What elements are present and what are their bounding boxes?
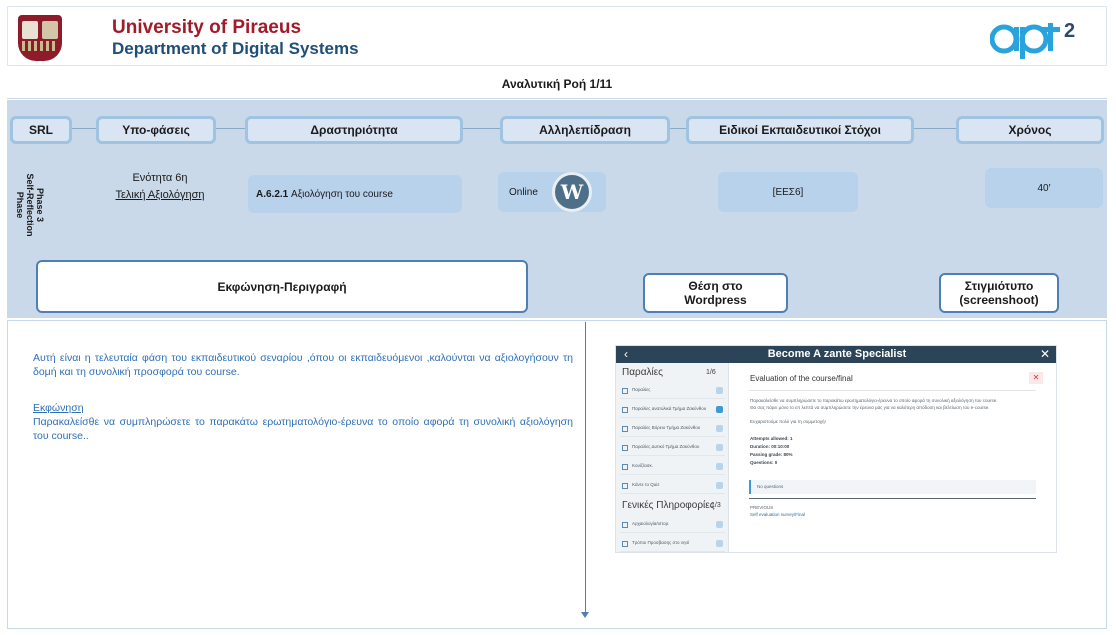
quiz-meta: Passing grade: 80%	[750, 452, 793, 457]
lesson-text: Θα σας πάρει μόνο το επ λεπτά να συμπληρ…	[750, 405, 990, 410]
sidebar-item: Κάντε το Quiz	[620, 478, 725, 494]
status-icon	[716, 482, 723, 489]
close-icon: ✕	[1029, 372, 1043, 384]
page-icon	[622, 445, 628, 451]
title-bar: Αναλυτική Ροή 1/11	[7, 69, 1107, 99]
connector-line	[462, 128, 502, 129]
interaction-text: Online	[509, 186, 538, 198]
objectives-text: [ΕΕΣ6]	[772, 186, 804, 198]
intro-text: Αυτή είναι η τελευταία φάση του εκπαιδευ…	[33, 352, 573, 378]
time-box: 40′	[985, 168, 1103, 208]
unit-title-link[interactable]: Τελική Αξιολόγηση	[100, 189, 220, 201]
unit-label: Ενότητα 6η	[132, 172, 188, 184]
sidebar-section-count: 1/6	[706, 369, 716, 376]
status-icon	[716, 406, 723, 413]
sidebar-section-title: Παραλίες	[622, 367, 663, 378]
sidebar-item: Παραλίες ανατολικά Τμήμα Ζακύνθου	[620, 402, 725, 418]
activity-code: A.6.2.1	[256, 188, 289, 200]
close-icon: ✕	[1039, 347, 1050, 361]
sidebar-item: Παραλίες	[620, 383, 725, 399]
section-description: Εκφώνηση-Περιγραφή	[36, 260, 528, 313]
page-icon	[622, 426, 628, 432]
section-screenshot: Στιγμιότυπο (screenshoot)	[939, 273, 1059, 313]
page-icon	[622, 407, 628, 413]
screenshot-topbar: ‹ Become A zante Specialist ✕	[616, 346, 1056, 363]
header-subphases: Υπο-φάσεις	[96, 116, 216, 144]
time-text: 40′	[1037, 182, 1051, 194]
divider	[749, 390, 1036, 391]
sidebar-section-title: Γενικές Πληροφορίες	[622, 500, 715, 511]
prompt-label: Εκφώνηση	[33, 402, 84, 414]
phase-label: Phase 3 Self-Reflection Phase	[12, 160, 48, 250]
lesson-text: Ευχαριστούμε πολύ για τη συμμετοχή!	[750, 419, 826, 424]
connector-line	[214, 128, 248, 129]
previous-label: PREVIOUS	[750, 505, 774, 510]
phase-text: Phase 3 Self-Reflection Phase	[15, 173, 45, 237]
page-icon	[622, 522, 628, 528]
objectives-box: [ΕΕΣ6]	[718, 172, 858, 212]
page: University of Piraeus Department of Digi…	[0, 0, 1116, 635]
divider	[749, 498, 1036, 499]
status-icon	[716, 463, 723, 470]
status-icon	[716, 540, 723, 547]
no-questions-notice: No questions	[749, 480, 1036, 494]
university-crest-icon	[18, 15, 62, 61]
wordpress-icon: W	[552, 172, 592, 212]
header-time: Χρόνος	[956, 116, 1104, 144]
page-icon	[622, 483, 628, 489]
lesson-text: Παρακαλείσθε να συμπληρώσετε το παρακάτω…	[750, 398, 998, 403]
page-title: Αναλυτική Ροή 1/11	[501, 77, 613, 91]
content-divider	[585, 322, 586, 616]
status-icon	[716, 521, 723, 528]
header-activity: Δραστηριότητα	[245, 116, 463, 144]
header-objectives: Ειδικοί Εκπαιδευτικοί Στόχοι	[686, 116, 914, 144]
course-title: Become A zante Specialist	[767, 348, 907, 360]
page-icon	[622, 464, 628, 470]
page-icon	[622, 541, 628, 547]
activity-text: Αξιολόγηση του course	[291, 188, 393, 200]
sidebar-item: Κουίζ/ασκ.	[620, 459, 725, 475]
status-icon	[716, 425, 723, 432]
header-srl: SRL	[10, 116, 72, 144]
status-icon	[716, 387, 723, 394]
sidebar-item: Τρόποι Προσβασης στο νησί	[620, 536, 725, 552]
lesson-title: Evaluation of the course/final	[750, 374, 853, 383]
quiz-meta: Attempts allowed: 1	[750, 436, 793, 441]
wordpress-screenshot: ‹ Become A zante Specialist ✕ Παραλίες 1…	[615, 345, 1057, 553]
quiz-meta: Questions: 0	[750, 460, 778, 465]
page-icon	[622, 388, 628, 394]
arrow-down-icon	[581, 612, 589, 618]
svg-text:2: 2	[1064, 20, 1075, 42]
screenshot-main: Evaluation of the course/final ✕ Παρακαλ…	[729, 363, 1056, 552]
university-name: University of Piraeus	[112, 17, 302, 38]
sidebar-item: Αρχαιολογία/ιστορ.	[620, 517, 725, 533]
section-wordpress-position: Θέση στο Wordpress	[643, 273, 788, 313]
connector-line	[912, 128, 958, 129]
department-name: Department of Digital Systems	[112, 39, 359, 58]
status-icon	[716, 444, 723, 451]
previous-link[interactable]: Self evaluation survey/Final	[750, 512, 805, 517]
sidebar-item: Παραλίες Δυτικό Τμήμα Ζακύνθου	[620, 440, 725, 456]
header-interaction: Αλληλεπίδραση	[500, 116, 670, 144]
screenshot-sidebar: Παραλίες 1/6 Παραλίες Παραλίες ανατολικά…	[616, 363, 729, 552]
sidebar-item: Παραλίες Βόρειο Τμήμα Ζακύνθου	[620, 421, 725, 437]
sidebar-section-count: 1/3	[711, 502, 721, 509]
activity-box: A.6.2.1 Αξιολόγηση του course	[248, 175, 462, 213]
apt2-logo-icon: 2	[990, 20, 1075, 59]
header: University of Piraeus Department of Digi…	[7, 6, 1107, 66]
quiz-meta: Duration: 00:10:00	[750, 444, 790, 449]
prompt-text: Παρακαλείσθε να συμπληρώσετε το παρακάτω…	[33, 416, 573, 442]
